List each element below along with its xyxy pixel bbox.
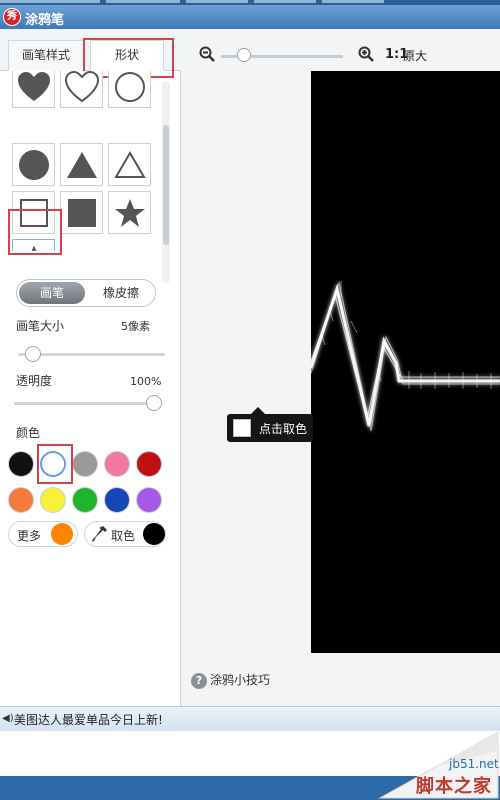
brush-size-value: 5像素 xyxy=(121,320,150,333)
color-swatch[interactable] xyxy=(72,451,98,477)
shape-heart-outline[interactable] xyxy=(60,71,103,108)
window-strip-segment xyxy=(0,0,100,3)
zoom-in-icon[interactable] xyxy=(358,46,374,65)
window-title: 涂鸦笔 xyxy=(25,13,65,28)
brush-mode-button[interactable]: 画笔 xyxy=(19,282,85,304)
shape-scrollbar-thumb[interactable] xyxy=(163,125,169,245)
eraser-mode-button[interactable]: 橡皮擦 xyxy=(89,282,153,304)
shape-square-filled[interactable] xyxy=(60,191,103,234)
color-label: 颜色 xyxy=(16,426,41,440)
shape-star-filled[interactable] xyxy=(108,191,151,234)
help-icon: ? xyxy=(191,672,207,689)
color-picker-button[interactable]: 取色 xyxy=(84,521,166,547)
window-strip-segment xyxy=(106,0,180,3)
color-swatch[interactable] xyxy=(104,451,130,477)
more-colors-label: 更多 xyxy=(17,529,42,543)
opacity-slider-knob[interactable] xyxy=(146,395,162,411)
doodle-tips-label: 涂鸦小技巧 xyxy=(210,673,271,687)
tab-brush-style[interactable]: 画笔样式 xyxy=(8,40,84,71)
tooltip-text: 点击取色 xyxy=(259,422,308,436)
circle-filled-icon xyxy=(18,149,49,180)
canvas-area: 1:1 原大 点击取色 ? 涂鸦小技巧 xyxy=(181,29,500,706)
color-swatch[interactable] xyxy=(8,487,34,513)
zoom-out-icon[interactable] xyxy=(199,46,215,65)
color-swatch[interactable] xyxy=(136,487,162,513)
notification-bar: ◀) 美图达人最爱单品今日上新! xyxy=(0,706,500,730)
color-swatch[interactable] xyxy=(40,487,66,513)
zoom-original-size-button[interactable]: 原大 xyxy=(403,47,427,64)
mode-toggle: 画笔 橡皮擦 xyxy=(16,279,156,307)
shape-heart-filled[interactable] xyxy=(12,71,55,108)
shape-triangle-outline[interactable] xyxy=(108,143,151,186)
doodle-tips-link[interactable]: ? 涂鸦小技巧 xyxy=(191,671,270,689)
brush-size-slider-knob[interactable] xyxy=(24,346,41,362)
eyedropper-icon xyxy=(92,525,108,546)
color-swatch[interactable] xyxy=(40,451,66,477)
color-swatch[interactable] xyxy=(136,451,162,477)
window-strip-segment xyxy=(322,0,384,3)
picked-color-preview xyxy=(233,419,251,437)
star-filled-icon xyxy=(114,198,145,227)
window-strip-segment xyxy=(254,0,316,3)
watermark-text: 脚本之家 xyxy=(416,776,492,797)
picked-color-swatch xyxy=(143,523,165,545)
triangle-filled-icon xyxy=(66,151,97,178)
speaker-icon: ◀) xyxy=(2,713,14,724)
watermark-url: jb51.net xyxy=(449,757,499,771)
heart-outline-icon xyxy=(64,71,99,102)
square-filled-icon xyxy=(67,198,96,227)
tab-bar: 画笔样式 形状 xyxy=(0,29,181,71)
square-outline-icon xyxy=(19,198,48,227)
heart-filled-icon xyxy=(17,71,50,101)
opacity-label: 透明度 xyxy=(16,374,53,388)
left-panel: 画笔样式 形状 画笔 橡皮擦 画笔大小 5像素 透明度 100% 颜色 更多 取… xyxy=(0,29,181,706)
star-outline-icon xyxy=(30,245,37,251)
color-picker-label: 取色 xyxy=(111,529,136,543)
color-swatch[interactable] xyxy=(104,487,130,513)
heartbeat-stroke-image xyxy=(311,281,500,432)
tab-shape[interactable]: 形状 xyxy=(90,40,164,71)
color-pick-tooltip: 点击取色 xyxy=(227,407,313,442)
zoom-bar: 1:1 原大 xyxy=(181,29,500,69)
color-swatch[interactable] xyxy=(8,451,34,477)
notification-text[interactable]: 美图达人最爱单品今日上新! xyxy=(14,711,163,728)
shape-circle-outline[interactable] xyxy=(108,71,151,108)
title-bar: 秀 涂鸦笔 xyxy=(0,5,500,29)
shape-grid xyxy=(0,71,181,251)
color-swatch[interactable] xyxy=(72,487,98,513)
shape-scrollbar[interactable] xyxy=(162,81,170,283)
drawing-canvas[interactable] xyxy=(311,71,500,653)
more-colors-button[interactable]: 更多 xyxy=(8,521,78,547)
more-colors-swatch xyxy=(51,523,73,545)
tooltip-arrow xyxy=(251,407,265,414)
opacity-slider[interactable] xyxy=(14,402,162,405)
opacity-value: 100% xyxy=(130,375,162,388)
triangle-outline-icon xyxy=(113,150,146,178)
brush-size-label: 画笔大小 xyxy=(16,319,65,333)
shape-circle-filled[interactable] xyxy=(12,143,55,186)
shape-triangle-filled[interactable] xyxy=(60,143,103,186)
window-strip-segment xyxy=(186,0,248,3)
circle-outline-icon xyxy=(114,71,145,102)
shape-square-outline[interactable] xyxy=(12,191,55,234)
zoom-slider-knob[interactable] xyxy=(237,48,252,62)
shape-star-outline[interactable] xyxy=(12,239,55,251)
app-logo: 秀 xyxy=(3,8,21,26)
